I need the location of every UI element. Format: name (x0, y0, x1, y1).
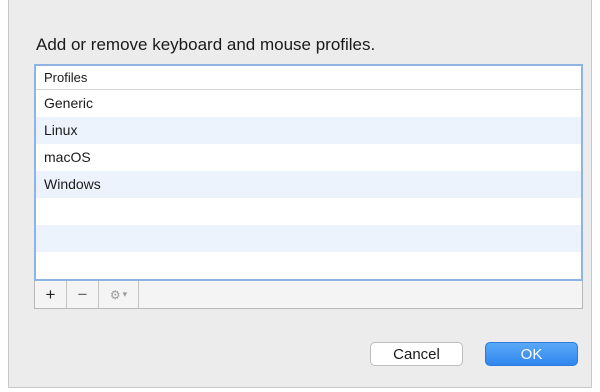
remove-profile-button[interactable]: − (67, 281, 99, 308)
profiles-dialog: Add or remove keyboard and mouse profile… (8, 0, 592, 388)
cancel-button[interactable]: Cancel (370, 342, 463, 366)
add-profile-button[interactable]: + (35, 281, 67, 308)
action-menu-button[interactable]: ⚙ ▾ (99, 281, 139, 308)
table-row-generic[interactable]: Generic (36, 90, 581, 117)
table-row-empty (36, 225, 581, 252)
profiles-table[interactable]: Profiles Generic Linux macOS Windows (34, 64, 583, 281)
button-bar-filler (139, 281, 582, 308)
dialog-prompt: Add or remove keyboard and mouse profile… (36, 35, 376, 54)
table-row-linux[interactable]: Linux (36, 117, 581, 144)
plus-icon: + (45, 284, 56, 304)
table-row-windows[interactable]: Windows (36, 171, 581, 198)
chevron-down-icon: ▾ (122, 289, 128, 299)
ok-button[interactable]: OK (485, 342, 578, 366)
table-row-empty (36, 198, 581, 225)
gear-icon: ⚙ (109, 287, 121, 302)
minus-icon: − (77, 284, 88, 304)
table-row-macos[interactable]: macOS (36, 144, 581, 171)
table-row-empty (36, 252, 581, 279)
table-header-profiles[interactable]: Profiles (36, 66, 581, 90)
table-button-bar: + − ⚙ ▾ (34, 281, 583, 309)
